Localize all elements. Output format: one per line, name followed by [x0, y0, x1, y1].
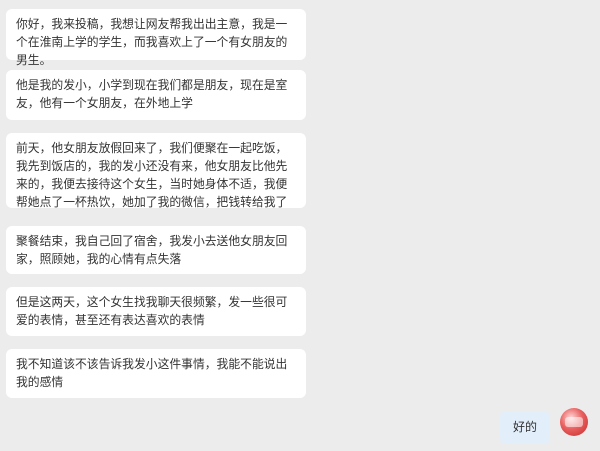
user-avatar[interactable]	[560, 408, 588, 436]
message-bubble: 前天，他女朋友放假回来了，我们便聚在一起吃饭，我先到饭店的，我的发小还没有来，他…	[6, 133, 306, 209]
message-bubble: 但是这两天，这个女生找我聊天很频繁，发一些很可爱的表情，甚至还有表达喜欢的表情	[6, 287, 306, 336]
message-bubble: 我不知道该不该告诉我发小这件事情，我能不能说出我的感情	[6, 349, 306, 398]
message-bubble: 他是我的发小，小学到现在我们都是朋友，现在是室友，他有一个女朋友，在外地上学	[6, 70, 306, 120]
reply-bubble: 好的	[500, 411, 550, 444]
avatar-image-icon	[565, 417, 583, 427]
message-bubble: 聚餐结束，我自己回了宿舍，我发小去送他女朋友回家，照顾她，我的心情有点失落	[6, 226, 306, 274]
message-bubble: 你好，我来投稿，我想让网友帮我出出主意，我是一个在淮南上学的学生，而我喜欢上了一…	[6, 9, 306, 67]
chat-thread: 你好，我来投稿，我想让网友帮我出出主意，我是一个在淮南上学的学生，而我喜欢上了一…	[0, 0, 600, 451]
